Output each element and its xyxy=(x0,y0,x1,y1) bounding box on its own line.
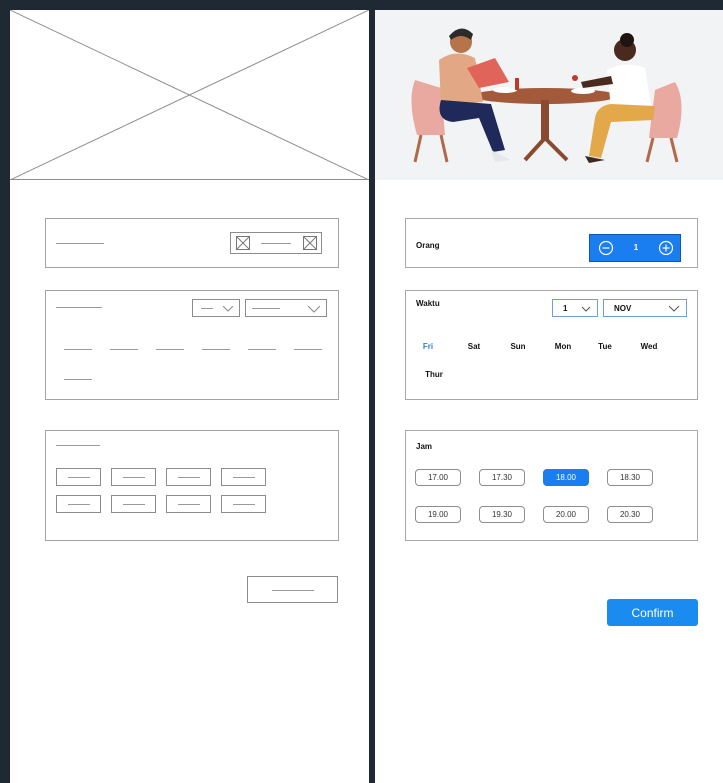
day-option[interactable]: Wed xyxy=(634,342,664,351)
time-label: Waktu xyxy=(416,299,440,308)
month-select[interactable]: NOV xyxy=(603,299,687,317)
time-slot[interactable]: 20.30 xyxy=(607,506,653,523)
day-option[interactable]: Sat xyxy=(459,342,489,351)
time-slot[interactable]: 17.00 xyxy=(415,469,461,486)
wireframe-plus-icon xyxy=(303,236,317,250)
hour-label: Jam xyxy=(416,442,433,451)
wireframe-count-line xyxy=(261,243,291,244)
date-card: Waktu 1 NOV Fri Sat Sun Mon Tue Wed Thur xyxy=(405,290,698,400)
chevron-down-icon xyxy=(581,306,591,312)
day-option[interactable]: Thur xyxy=(419,370,449,379)
confirm-button[interactable]: Confirm xyxy=(607,599,698,626)
time-slot[interactable]: 18.30 xyxy=(607,469,653,486)
day-option[interactable]: Fri xyxy=(413,342,443,351)
time-slot[interactable]: 19.00 xyxy=(415,506,461,523)
time-slot[interactable]: 17.30 xyxy=(479,469,525,486)
guests-label: Orang xyxy=(416,241,440,250)
wireframe-hour-card xyxy=(45,430,339,541)
guest-count-stepper: 1 xyxy=(589,234,681,262)
wireframe-confirm-button xyxy=(247,576,338,603)
guest-count-value: 1 xyxy=(633,243,639,252)
hero-image xyxy=(375,10,723,180)
time-slot[interactable]: 20.00 xyxy=(543,506,589,523)
wireframe-month-select xyxy=(245,299,327,317)
booking-panel: Orang 1 Waktu 1 NOV Fri Sat Sun Mon Tue … xyxy=(375,10,723,783)
wireframe-label-line xyxy=(56,243,104,244)
wireframe-label-line xyxy=(56,307,102,308)
wireframe-label-line xyxy=(56,445,100,446)
wireframe-day-select xyxy=(192,299,240,317)
chevron-down-icon xyxy=(308,306,320,313)
image-placeholder xyxy=(10,10,369,180)
dining-couple-illustration xyxy=(375,10,723,180)
day-option[interactable]: Mon xyxy=(548,342,578,351)
wireframe-panel xyxy=(10,10,369,783)
hour-card: Jam 17.00 17.30 18.00 18.30 19.00 19.30 … xyxy=(405,430,698,541)
chevron-down-icon xyxy=(223,306,233,312)
day-option[interactable]: Tue xyxy=(590,342,620,351)
wireframe-time-card xyxy=(45,290,339,400)
time-slot[interactable]: 19.30 xyxy=(479,506,525,523)
wireframe-stepper xyxy=(230,232,322,254)
day-option[interactable]: Sun xyxy=(503,342,533,351)
wireframe-minus-icon xyxy=(236,236,250,250)
minus-circle-icon[interactable] xyxy=(598,240,614,256)
day-select[interactable]: 1 xyxy=(552,299,598,317)
plus-circle-icon[interactable] xyxy=(658,240,674,256)
day-select-value: 1 xyxy=(563,304,568,313)
month-select-value: NOV xyxy=(614,304,632,313)
wireframe-guests-card xyxy=(45,218,339,268)
placeholder-cross-icon xyxy=(10,10,369,180)
time-slot[interactable]: 18.00 xyxy=(543,469,589,486)
chevron-down-icon xyxy=(668,305,680,312)
